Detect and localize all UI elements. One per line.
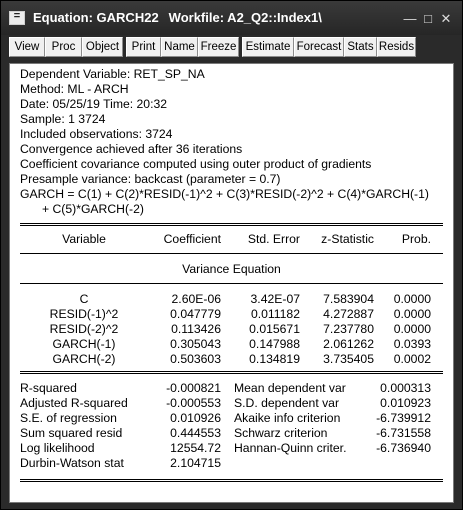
row-z-statistic: 7.583904 [323,292,374,306]
stats-bottom-rule [20,479,443,480]
stat-value: -6.739912 [376,411,431,425]
stat-value: 12554.72 [170,441,221,455]
freeze-button[interactable]: Freeze [198,37,239,57]
proc-button[interactable]: Proc [45,37,82,57]
name-button[interactable]: Name [161,37,198,57]
row-std-error: 0.147988 [249,337,300,351]
column-header-prob: Prob. [401,232,431,246]
title-workfile: Workfile: A2_Q2::Index1\ [168,10,322,25]
stat-label: Akaike info criterion [234,411,341,425]
row-z-statistic: 2.061262 [323,337,374,351]
stat-value: -0.000821 [166,381,221,395]
method-line: Method: ML - ARCH [20,82,129,96]
column-header-variable: Variable [62,232,106,246]
row-coefficient: 0.503603 [170,352,221,366]
observations-line: Included observations: 3724 [20,127,173,141]
stat-label: Log likelihood [20,441,95,455]
row-prob: 0.0000 [393,322,431,336]
stat-value: 0.010923 [380,396,431,410]
covariance-line: Coefficient covariance computed using ou… [20,157,372,171]
dependent-variable-line: Dependent Variable: RET_SP_NA [20,67,205,81]
stat-value: -0.000553 [166,396,221,410]
equation-window: = Equation: GARCH22 Workfile: A2_Q2::Inde… [0,0,463,510]
row-z-statistic: 3.735405 [323,352,374,366]
stat-label: Mean dependent var [234,381,346,395]
minimize-icon[interactable]: — [403,12,417,26]
table-top-rule-2 [20,225,443,226]
estimate-button[interactable]: Estimate [242,37,294,57]
row-variable: RESID(-2)^2 [49,322,119,336]
object-button[interactable]: Object [82,37,123,57]
maximize-icon[interactable]: □ [421,12,435,26]
row-z-statistic: 7.237780 [323,322,374,336]
row-coefficient: 0.305043 [170,337,221,351]
equation-icon: = [9,10,25,25]
column-header-std-error: Std. Error [247,232,300,246]
stat-value: 0.000313 [380,381,431,395]
window-title: Equation: GARCH22 Workfile: A2_Q2::Index1… [33,10,322,25]
stat-label: Sum squared resid [20,426,123,440]
view-button[interactable]: View [9,37,45,57]
convergence-line: Convergence achieved after 36 iterations [20,142,243,156]
stat-label: Hannan-Quinn criter. [234,441,347,455]
title-object: Equation: GARCH22 [33,10,159,25]
stat-value: 0.010926 [170,411,221,425]
section-rule [20,283,443,284]
table-top-rule [20,223,443,224]
resids-button[interactable]: Resids [377,37,416,57]
row-std-error: 0.011182 [250,307,300,321]
stat-label: Durbin-Watson stat [20,456,124,470]
date-line: Date: 05/25/19 Time: 20:32 [20,97,168,111]
sample-line: Sample: 1 3724 [20,112,106,126]
stat-value: 2.104715 [170,456,221,470]
row-variable: GARCH(-1) [52,337,116,351]
stats-bottom-rule-2 [20,481,443,482]
stats-top-rule-2 [20,373,443,374]
row-coefficient: 0.047779 [170,307,221,321]
close-icon[interactable]: ✕ [439,12,453,26]
row-variable: RESID(-1)^2 [49,307,119,321]
estimation-output[interactable]: Dependent Variable: RET_SP_NA Method: ML… [9,63,454,503]
stats-button[interactable]: Stats [344,37,377,57]
header-rule [20,253,443,254]
row-std-error: 3.42E-07 [250,292,300,306]
garch-equation-continuation: + C(5)*GARCH(-2) [42,202,144,216]
section-title: Variance Equation [182,262,281,276]
row-z-statistic: 4.272887 [323,307,374,321]
stat-label: S.E. of regression [20,411,117,425]
row-prob: 0.0000 [393,292,431,306]
stat-label: R-squared [20,381,77,395]
stat-label: Adjusted R-squared [20,396,128,410]
row-prob: 0.0393 [393,337,431,351]
row-coefficient: 2.60E-06 [171,292,221,306]
row-std-error: 0.134819 [249,352,300,366]
garch-equation-line: GARCH = C(1) + C(2)*RESID(-1)^2 + C(3)*R… [20,187,429,201]
stat-value: -6.736940 [376,441,431,455]
row-prob: 0.0002 [393,352,431,366]
stat-value: -6.731558 [376,426,431,440]
column-header-coefficient: Coefficient [163,232,221,246]
stat-value: 0.444553 [170,426,221,440]
row-variable: GARCH(-2) [52,352,116,366]
row-std-error: 0.015671 [249,322,300,336]
title-bar[interactable]: = Equation: GARCH22 Workfile: A2_Q2::Inde… [1,1,462,35]
row-prob: 0.0000 [393,307,431,321]
row-variable: C [79,292,89,306]
toolbar: View Proc Object Print Name Freeze Estim… [9,37,454,59]
column-header-z-statistic: z-Statistic [321,232,374,246]
stat-label: S.D. dependent var [234,396,340,410]
print-button[interactable]: Print [126,37,161,57]
equation-icon-label: = [13,10,21,22]
row-coefficient: 0.113426 [171,322,221,336]
stat-label: Schwarz criterion [234,426,328,440]
stats-top-rule [20,371,443,372]
presample-line: Presample variance: backcast (parameter … [20,172,281,186]
forecast-button[interactable]: Forecast [294,37,344,57]
